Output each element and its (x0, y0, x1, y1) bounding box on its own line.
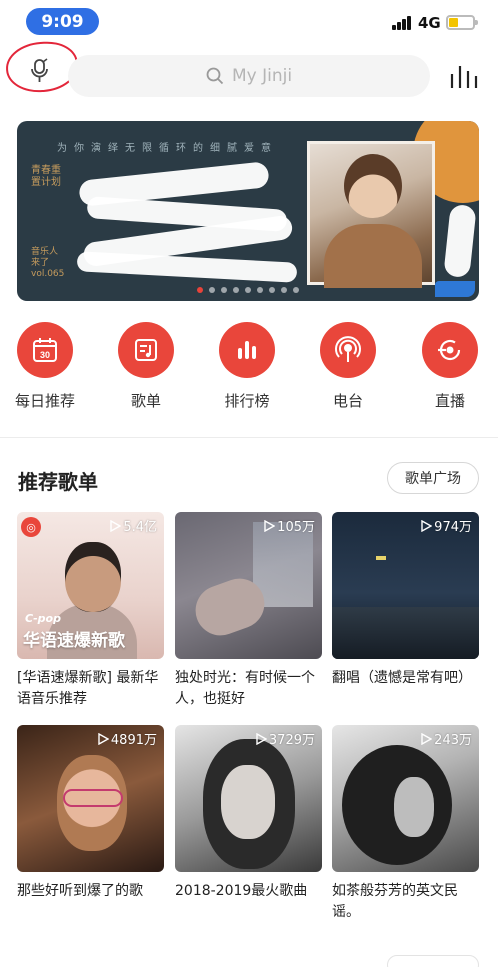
microphone-icon (31, 58, 48, 82)
redaction-scribble (443, 203, 477, 279)
playlist-cover: 4891万 (17, 725, 164, 872)
quick-nav: 30 每日推荐 歌单 排行榜 电台 直播 (0, 322, 498, 422)
status-time: 9:09 (26, 8, 99, 35)
playlist-plaza-button[interactable]: 歌单广场 (387, 462, 479, 494)
play-count: 5.4亿 (109, 516, 157, 535)
playlist-title: 那些好听到爆了的歌 (17, 883, 143, 899)
live-icon (438, 339, 461, 361)
banner-left-text-2: 音乐人来了 vol.065 (31, 247, 65, 279)
playlist-card[interactable]: 4891万 那些好听到爆了的歌 (17, 725, 164, 902)
radio-icon (335, 336, 361, 362)
cover-title: 华语速爆新歌 (23, 631, 125, 651)
nav-daily-recommend[interactable]: 30 每日推荐 (0, 322, 93, 411)
battery-icon (446, 15, 478, 30)
network-type: 4G (418, 14, 441, 32)
play-icon (110, 519, 122, 532)
redaction-scribble (76, 251, 298, 283)
play-icon (421, 732, 433, 745)
netease-logo-icon: ◎ (21, 517, 41, 537)
nav-radio[interactable]: 电台 (300, 322, 396, 411)
carousel-dots (197, 287, 299, 293)
playlist-title: [华语速爆新歌] 最新华语音乐推荐 (17, 670, 159, 707)
playlist-card[interactable]: 3729万 2018-2019最火歌曲 (175, 725, 322, 902)
banner-tag (435, 281, 475, 297)
play-count: 243万 (420, 729, 472, 748)
banner-left-text: 青春重置计划 (31, 165, 61, 188)
play-count: 974万 (420, 516, 472, 535)
nav-label: 直播 (434, 392, 465, 410)
music-rank-icon[interactable] (449, 62, 481, 90)
search-input[interactable]: My Jinji (68, 55, 430, 97)
banner-artist-photo (307, 141, 435, 288)
nav-charts[interactable]: 排行榜 (199, 322, 295, 411)
search-icon (206, 67, 224, 85)
chart-icon (238, 341, 256, 359)
nav-label: 歌单 (130, 392, 161, 410)
playlist-title: 如茶般芬芳的英文民谣。 (332, 883, 458, 920)
playlist-cover: 243万 (332, 725, 479, 872)
calendar-day: 30 (40, 350, 50, 360)
nav-playlist[interactable]: 歌单 (98, 322, 194, 411)
banner-carousel[interactable]: 为你演绎无限循环的细腻爱意 青春重置计划 音乐人来了 vol.065 (17, 121, 479, 301)
nav-live[interactable]: 直播 (402, 322, 498, 411)
playlist-title: 独处时光：有时候一个人，也挺好 (175, 670, 315, 707)
play-icon (264, 519, 276, 532)
playlist-card[interactable]: 105万 独处时光：有时候一个人，也挺好 (175, 512, 322, 710)
playlist-cover: 974万 (332, 512, 479, 659)
nav-label: 排行榜 (224, 392, 270, 410)
playlist-cover: ◎ C-pop 华语速爆新歌 5.4亿 (17, 512, 164, 659)
cover-subtitle: C-pop (25, 612, 61, 625)
banner-top-text: 为你演绎无限循环的细腻爱意 (57, 143, 278, 154)
play-icon (98, 732, 109, 745)
playlist-card[interactable]: ◎ C-pop 华语速爆新歌 5.4亿 [华语速爆新歌] 最新华语音乐推荐 (17, 512, 164, 710)
calendar-icon: 30 (33, 338, 57, 362)
playlist-cover: 3729万 (175, 725, 322, 872)
status-bar: 9:09 4G (0, 0, 498, 44)
playlist-title: 2018-2019最火歌曲 (175, 883, 308, 899)
search-placeholder: My Jinji (231, 66, 293, 86)
playlist-title: 翻唱（遗憾是常有吧） (332, 670, 472, 686)
play-count: 105万 (263, 516, 315, 535)
play-icon (421, 519, 433, 532)
play-count: 4891万 (97, 729, 157, 748)
playlist-icon (135, 339, 157, 361)
nav-label: 每日推荐 (14, 392, 75, 410)
signal-icon (392, 16, 412, 30)
next-section-button[interactable] (387, 955, 479, 967)
play-count: 3729万 (255, 729, 315, 748)
voice-search-button[interactable] (4, 39, 80, 95)
nav-label: 电台 (332, 392, 363, 410)
play-icon (256, 732, 267, 745)
playlist-card[interactable]: 243万 如茶般芬芳的英文民谣。 (332, 725, 479, 923)
playlist-card[interactable]: 974万 翻唱（遗憾是常有吧） (332, 512, 479, 689)
playlist-cover: 105万 (175, 512, 322, 659)
divider (0, 437, 498, 438)
section-title: 推荐歌单 (18, 470, 98, 494)
